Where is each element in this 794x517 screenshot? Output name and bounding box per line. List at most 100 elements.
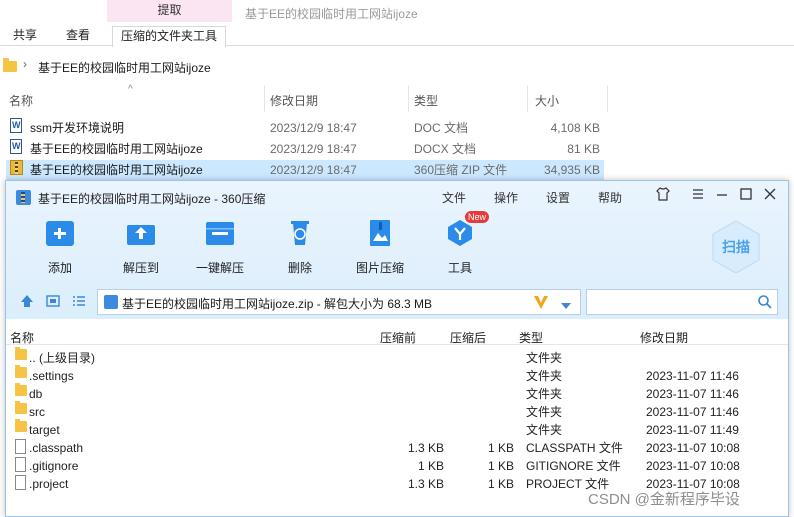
file-type: DOCX 文档 <box>414 142 477 156</box>
extract-to-button[interactable]: 解压到 <box>111 219 171 279</box>
extract-to-icon <box>125 219 157 247</box>
entry-name: .gitignore <box>29 459 79 473</box>
ribbon-context-extract[interactable]: 提取 <box>107 0 232 22</box>
file-row[interactable]: ssm开发环境说明 2023/12/9 18:47 DOC 文档 4,108 K… <box>6 118 604 139</box>
breadcrumb-path[interactable]: 基于EE的校园临时用工网站ijoze <box>38 59 211 76</box>
entry-size-after: 1 KB <box>487 477 514 491</box>
col-type[interactable]: 类型 <box>519 329 543 346</box>
entry-size-after: 1 KB <box>487 441 514 455</box>
breadcrumb-chevron-icon[interactable]: › <box>23 57 27 71</box>
archive-row[interactable]: .. (上级目录) 文件夹 <box>6 347 788 367</box>
entry-date: 2023-11-07 11:49 <box>646 423 739 437</box>
add-button[interactable]: 添加 <box>30 219 90 279</box>
tools-button[interactable]: New 工具 <box>430 211 490 279</box>
entry-date: 2023-11-07 11:46 <box>646 405 739 419</box>
address-bar[interactable]: › 基于EE的校园临时用工网站ijoze <box>0 54 794 78</box>
close-icon[interactable] <box>761 186 779 204</box>
entry-size-before: 1 KB <box>417 459 444 473</box>
col-name[interactable]: 名称 <box>9 92 33 109</box>
thumbnail-view-icon[interactable] <box>46 294 60 311</box>
archive-row[interactable]: .gitignore 1 KB 1 KB GITIGNORE 文件 2023-1… <box>6 457 788 475</box>
tab-view[interactable]: 查看 <box>66 26 90 46</box>
menu-operate[interactable]: 操作 <box>494 189 518 206</box>
col-date[interactable]: 修改日期 <box>640 329 688 346</box>
archive-row[interactable]: .settings 文件夹 2023-11-07 11:46 <box>6 365 788 385</box>
image-compress-icon <box>364 219 396 247</box>
delete-button[interactable]: 删除 <box>270 219 330 279</box>
entry-type: CLASSPATH 文件 <box>526 441 623 455</box>
search-icon[interactable] <box>757 294 773 313</box>
col-after[interactable]: 压缩后 <box>450 329 486 346</box>
tab-compressed-folder-tools[interactable]: 压缩的文件夹工具 <box>112 26 227 47</box>
entry-name: src <box>29 405 45 419</box>
file-icon <box>15 475 26 490</box>
entry-type: 文件夹 <box>526 405 563 419</box>
menu-settings[interactable]: 设置 <box>546 189 570 206</box>
col-type[interactable]: 类型 <box>414 92 438 109</box>
entry-date: 2023-11-07 10:08 <box>646 441 740 455</box>
tool-label: 一键解压 <box>195 261 244 275</box>
image-compress-button[interactable]: 图片压缩 <box>350 219 410 279</box>
one-click-extract-icon <box>204 219 236 247</box>
archive-row[interactable]: .classpath 1.3 KB 1 KB CLASSPATH 文件 2023… <box>6 439 788 457</box>
explorer-ribbon: 提取 基于EE的校园临时用工网站ijoze 共享 查看 压缩的文件夹工具 <box>0 0 794 47</box>
file-size: 34,935 KB <box>543 163 600 177</box>
folder-icon <box>3 58 17 72</box>
folder-icon <box>15 419 27 432</box>
menu-file[interactable]: 文件 <box>442 189 466 206</box>
col-divider[interactable] <box>527 86 528 112</box>
watermark-text: CSDN @金新程序毕设 <box>588 491 740 508</box>
file-row[interactable]: 基于EE的校园临时用工网站ijoze 2023/12/9 18:47 DOCX … <box>6 139 604 160</box>
shirt-skin-icon[interactable] <box>654 186 672 204</box>
explorer-column-header: 名称 ^ 修改日期 类型 大小 <box>0 84 794 112</box>
archive-path-bar[interactable]: 基于EE的校园临时用工网站ijoze.zip - 解包大小为 68.3 MB <box>97 289 581 315</box>
file-icon <box>15 457 26 472</box>
screen: 提取 基于EE的校园临时用工网站ijoze 共享 查看 压缩的文件夹工具 › 基… <box>0 0 794 517</box>
entry-type: 文件夹 <box>526 387 563 401</box>
new-badge: New <box>465 211 490 223</box>
entry-name: target <box>29 423 60 437</box>
menu-lines-icon[interactable] <box>689 186 707 204</box>
entry-name: .project <box>29 477 69 491</box>
archive-column-header: 名称 压缩前 压缩后 类型 修改日期 <box>6 327 788 345</box>
list-view-icon[interactable] <box>72 294 86 311</box>
one-click-extract-button[interactable]: 一键解压 <box>190 219 250 279</box>
tool-label: 解压到 <box>122 261 159 275</box>
search-input[interactable] <box>586 289 778 315</box>
add-icon <box>44 219 76 247</box>
entry-type: 文件夹 <box>526 423 563 437</box>
file-size: 4,108 KB <box>550 121 600 135</box>
col-name[interactable]: 名称 <box>10 329 34 346</box>
entry-type: GITIGNORE 文件 <box>526 459 621 473</box>
maximize-icon[interactable] <box>737 186 755 204</box>
file-name: 基于EE的校园临时用工网站ijoze <box>30 142 203 156</box>
archive-row[interactable]: src 文件夹 2023-11-07 11:46 <box>6 401 788 421</box>
archive-row[interactable]: db 文件夹 2023-11-07 11:46 <box>6 383 788 403</box>
file-size: 81 KB <box>567 142 600 156</box>
file-date: 2023/12/9 18:47 <box>270 121 357 135</box>
minimize-icon[interactable] <box>713 186 731 204</box>
col-before[interactable]: 压缩前 <box>380 329 416 346</box>
word-doc-icon <box>10 118 22 133</box>
archive-row[interactable]: target 文件夹 2023-11-07 11:49 <box>6 419 788 439</box>
dropdown-arrow-icon[interactable] <box>560 299 572 313</box>
col-date[interactable]: 修改日期 <box>270 92 318 109</box>
col-divider[interactable] <box>408 86 409 112</box>
entry-size-before: 1.3 KB <box>407 441 444 455</box>
v-logo-icon[interactable] <box>532 293 550 314</box>
tool-label: 添加 <box>47 261 72 275</box>
col-size[interactable]: 大小 <box>535 92 559 109</box>
zip-window: 基于EE的校园临时用工网站ijoze - 360压缩 文件 操作 设置 帮助 添… <box>5 180 789 517</box>
zip-file-icon <box>104 295 118 309</box>
file-name: 基于EE的校园临时用工网站ijoze <box>30 163 203 177</box>
up-arrow-icon[interactable] <box>20 294 34 311</box>
menu-help[interactable]: 帮助 <box>598 189 622 206</box>
col-divider[interactable] <box>264 86 265 112</box>
file-type: 360压缩 ZIP 文件 <box>414 163 508 177</box>
entry-name: .classpath <box>29 441 84 455</box>
file-row-selected[interactable]: 基于EE的校园临时用工网站ijoze 2023/12/9 18:47 360压缩… <box>6 160 604 181</box>
tab-share[interactable]: 共享 <box>13 26 37 46</box>
col-divider[interactable] <box>607 86 608 112</box>
entry-name: db <box>29 387 43 401</box>
scan-button[interactable]: 扫描 <box>709 219 763 275</box>
